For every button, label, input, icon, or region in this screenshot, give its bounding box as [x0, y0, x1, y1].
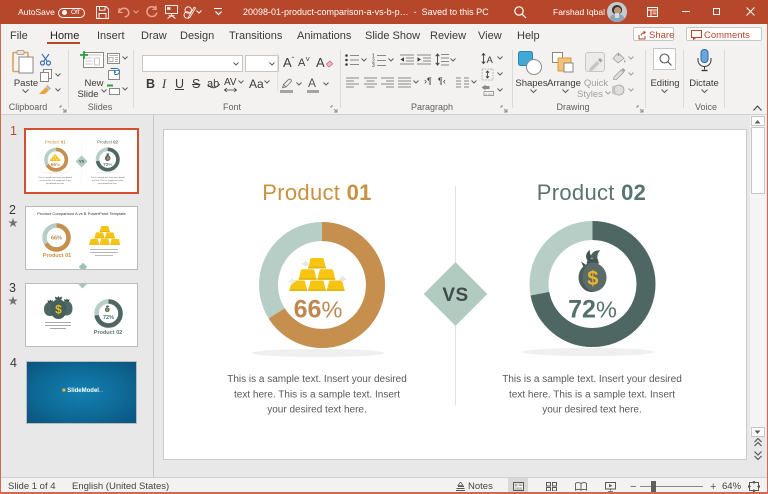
svg-text:$: $ — [106, 308, 108, 312]
svg-text:$: $ — [55, 303, 62, 317]
svg-text:72%: 72% — [103, 315, 114, 321]
svg-text:66%: 66% — [51, 236, 62, 242]
svg-text:3: 3 — [372, 63, 375, 67]
svg-text:A: A — [487, 55, 494, 65]
